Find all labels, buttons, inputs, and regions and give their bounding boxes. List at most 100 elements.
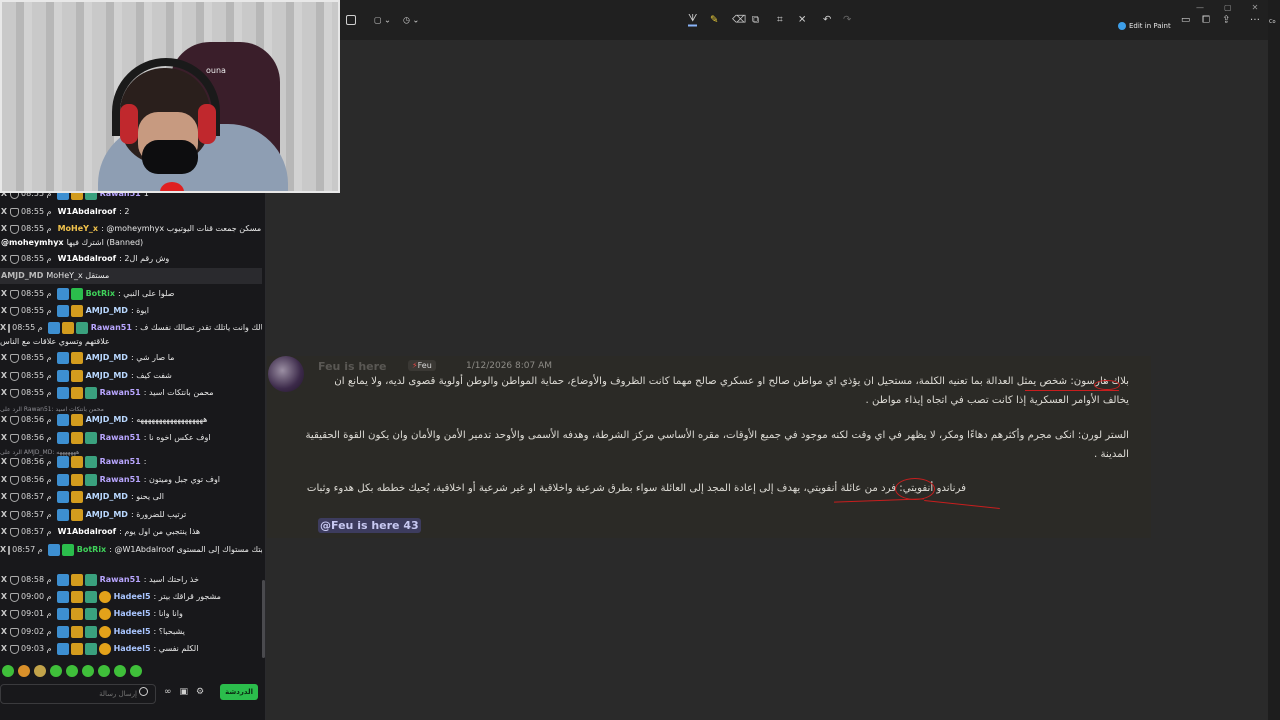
highlighter-icon[interactable]: ✎ xyxy=(710,15,718,26)
crop-icon[interactable]: ⌗ xyxy=(777,15,783,26)
mod-action-icon[interactable]: X xyxy=(0,430,8,446)
chat-username[interactable]: @moheymhyx xyxy=(1,235,64,251)
save-icon[interactable]: ▭ xyxy=(1181,15,1190,26)
chat-username[interactable]: BotRix xyxy=(86,286,115,302)
image-icon[interactable] xyxy=(346,15,356,25)
chat-username[interactable]: AMJD_MD xyxy=(86,507,128,523)
link-icon[interactable]: ∞ xyxy=(164,687,172,697)
shapes-icon[interactable]: ⧉ xyxy=(752,15,759,26)
mod-action-icon[interactable]: X xyxy=(0,572,8,588)
shield-icon[interactable] xyxy=(10,388,19,398)
shield-icon[interactable] xyxy=(10,644,19,654)
shield-icon[interactable] xyxy=(10,475,19,485)
shield-icon[interactable] xyxy=(10,527,19,537)
mod-action-icon[interactable]: X xyxy=(0,624,8,640)
chat-username[interactable]: BotRix xyxy=(77,542,106,558)
maximize-icon[interactable]: ▢ xyxy=(1224,3,1232,12)
shield-icon[interactable] xyxy=(10,609,19,619)
mod-action-icon[interactable]: X xyxy=(0,454,8,470)
mod-action-icon[interactable]: X xyxy=(0,412,8,428)
chat-input[interactable] xyxy=(0,683,156,704)
shield-icon[interactable] xyxy=(8,545,11,555)
mod-action-icon[interactable]: X xyxy=(0,507,8,523)
chat-username[interactable]: Rawan51 xyxy=(100,572,141,588)
chat-username[interactable]: Hadeel5 xyxy=(114,589,151,605)
chat-username[interactable]: AMJD_MD xyxy=(86,303,128,319)
mod-action-icon[interactable]: X xyxy=(0,350,8,366)
chat-username[interactable]: AMJD_MD xyxy=(86,350,128,366)
mod-action-icon[interactable]: X xyxy=(0,606,8,622)
emote-icon[interactable] xyxy=(50,665,62,677)
adjust-icon[interactable]: ✕ xyxy=(798,15,806,26)
mod-action-icon[interactable]: X xyxy=(0,472,8,488)
chat-username[interactable]: AMJD_MD xyxy=(86,368,128,384)
chat-username[interactable]: Hadeel5 xyxy=(114,624,151,640)
mod-action-icon[interactable]: X xyxy=(0,589,8,605)
user-mention[interactable]: @Feu is here 43 xyxy=(318,518,421,533)
chat-username[interactable]: Hadeel5 xyxy=(114,641,151,657)
edit-in-paint-button[interactable]: Edit in Paint xyxy=(1118,22,1171,30)
gift-icon[interactable]: ▣ xyxy=(180,687,189,697)
mod-action-icon[interactable]: X xyxy=(0,385,8,401)
crop-select-icon[interactable]: ▢ ⌄ xyxy=(374,16,391,25)
chat-scrollbar[interactable] xyxy=(262,580,265,658)
mod-action-icon[interactable]: X xyxy=(0,204,8,220)
shield-icon[interactable] xyxy=(8,323,11,333)
emote-icon[interactable] xyxy=(2,665,14,677)
shield-icon[interactable] xyxy=(10,415,19,425)
shield-icon[interactable] xyxy=(10,371,19,381)
shield-icon[interactable] xyxy=(10,457,19,467)
chat-username[interactable]: Rawan51 xyxy=(100,385,141,401)
redo-icon[interactable]: ↷ xyxy=(843,15,851,26)
mod-action-icon[interactable]: X xyxy=(0,303,8,319)
chat-username[interactable]: AMJD_MD xyxy=(86,489,128,505)
mod-action-icon[interactable]: X xyxy=(0,251,8,267)
shield-icon[interactable] xyxy=(10,492,19,502)
minimize-icon[interactable]: — xyxy=(1196,3,1204,12)
emoji-icon[interactable] xyxy=(139,686,148,696)
chat-username[interactable]: Rawan51 xyxy=(100,430,141,446)
emote-icon[interactable] xyxy=(34,665,46,677)
emote-bar[interactable] xyxy=(0,664,262,678)
chat-send-button[interactable]: الدردشة xyxy=(220,684,258,700)
shield-icon[interactable] xyxy=(10,510,19,520)
eraser-icon[interactable]: ⌫ xyxy=(732,15,746,26)
emote-icon[interactable] xyxy=(82,665,94,677)
mod-action-icon[interactable]: X xyxy=(0,489,8,505)
close-icon[interactable]: ✕ xyxy=(1252,3,1259,12)
undo-icon[interactable]: ↶ xyxy=(823,15,831,26)
shield-icon[interactable] xyxy=(10,592,19,602)
emote-icon[interactable] xyxy=(114,665,126,677)
chat-username[interactable]: Rawan51 xyxy=(100,472,141,488)
share-icon[interactable]: ⇪ xyxy=(1222,15,1230,26)
mod-action-icon[interactable]: X xyxy=(0,368,8,384)
shield-icon[interactable] xyxy=(10,575,19,585)
chat-username[interactable]: Rawan51 xyxy=(100,454,141,470)
chat-username[interactable]: W1Abdalroof xyxy=(58,251,117,267)
shield-icon[interactable] xyxy=(10,306,19,316)
chat-username[interactable]: AMJD_MD xyxy=(1,268,43,284)
chat-username[interactable]: W1Abdalroof xyxy=(58,204,117,220)
markup-icon[interactable]: ᗐ xyxy=(688,14,698,27)
shield-icon[interactable] xyxy=(10,254,19,264)
shield-icon[interactable] xyxy=(10,353,19,363)
chat-username[interactable]: W1Abdalroof xyxy=(58,524,117,540)
mod-action-icon[interactable]: X xyxy=(0,524,8,540)
mod-action-icon[interactable]: X xyxy=(0,641,8,657)
shield-icon[interactable] xyxy=(10,224,19,234)
shield-icon[interactable] xyxy=(10,207,19,217)
emote-icon[interactable] xyxy=(98,665,110,677)
emote-icon[interactable] xyxy=(130,665,142,677)
more-icon[interactable]: ⋯ xyxy=(1250,15,1260,26)
emote-icon[interactable] xyxy=(18,665,30,677)
settings-icon[interactable]: ⚙ xyxy=(196,687,204,697)
shield-icon[interactable] xyxy=(10,627,19,637)
chat-username[interactable]: AMJD_MD xyxy=(86,412,128,428)
clock-icon[interactable]: ◷ ⌄ xyxy=(403,16,419,25)
chat-username[interactable]: Hadeel5 xyxy=(114,606,151,622)
shield-icon[interactable] xyxy=(10,289,19,299)
mod-action-icon[interactable]: X xyxy=(0,286,8,302)
emote-icon[interactable] xyxy=(66,665,78,677)
mod-action-icon[interactable]: X xyxy=(0,542,6,558)
copy-icon[interactable]: ⧠ xyxy=(1202,15,1210,26)
